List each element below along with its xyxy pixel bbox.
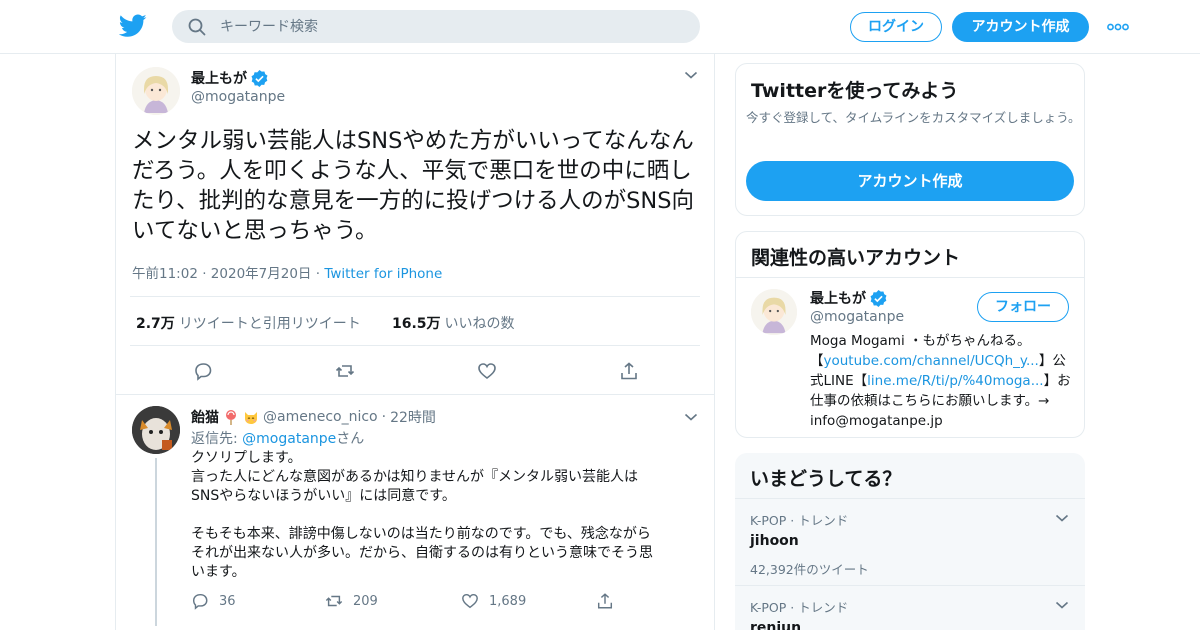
signup-card-description: 今すぐ登録して、タイムラインをカスタマイズしましょう。 <box>746 110 1081 125</box>
reply-avatar-illustration <box>132 406 180 454</box>
trend-name: renjun <box>750 620 802 630</box>
heart-icon <box>462 593 478 609</box>
reply-to-suffix: さん <box>336 431 365 447</box>
share-icon <box>597 593 613 609</box>
retweet-count: 209 <box>353 593 378 609</box>
related-account-name[interactable]: 最上もが <box>810 288 887 308</box>
related-account-bio: Moga Mogami ・もがちゃんねる。【youtube.com/channe… <box>810 331 1078 431</box>
main-column: 最上もが @mogatanpe メンタル弱い芸能人はSNSやめた方がいいってなん… <box>115 54 715 630</box>
author-handle[interactable]: @mogatanpe <box>191 89 285 105</box>
top-nav: ログイン アカウント作成 <box>0 0 1200 54</box>
like-stat[interactable]: 16.5万 いいねの数 <box>392 313 515 333</box>
reply-reply-button[interactable]: 36 <box>191 592 236 610</box>
search-box[interactable] <box>172 10 700 43</box>
reply-author-handle[interactable]: @ameneco_nico <box>263 409 378 425</box>
trend-context: K-POP · トレンド <box>750 513 849 528</box>
reply-icon <box>192 593 208 610</box>
reply-header: 飴猫 @ameneco_nico · 22時間 <box>191 407 436 427</box>
avatar[interactable] <box>751 289 797 335</box>
trend-context: K-POP · トレンド <box>750 600 849 615</box>
card-divider <box>736 277 1084 278</box>
trend-count: 42,392件のツイート <box>750 562 869 577</box>
card-divider <box>735 498 1085 499</box>
trend-item[interactable]: K-POP · トレンド renjun <box>750 597 1070 630</box>
retweet-icon <box>325 595 343 607</box>
avatar[interactable] <box>132 406 180 454</box>
trends-card: いまどうしてる？ K-POP · トレンド jihoon 42,392件のツイー… <box>735 453 1085 630</box>
share-icon[interactable] <box>619 361 639 381</box>
reply-retweet-button[interactable]: 209 <box>325 592 378 610</box>
avatar-illustration <box>132 67 180 115</box>
author-name-text[interactable]: 最上もが <box>191 68 247 88</box>
trend-item[interactable]: K-POP · トレンド jihoon 42,392件のツイート <box>750 510 1070 578</box>
reply-time[interactable]: 22時間 <box>390 407 436 427</box>
reply-like-button[interactable]: 1,689 <box>461 592 526 610</box>
related-account-name-text[interactable]: 最上もが <box>810 288 866 308</box>
smiling-cat-emoji-icon <box>245 412 257 424</box>
tweet-date[interactable]: 2020年7月20日 <box>211 266 312 282</box>
related-accounts-card: 関連性の高いアカウント 最上もが @mogatanpe フォロー Moga Mo… <box>735 231 1085 438</box>
bio-link-youtube[interactable]: youtube.com/channel/UCQh_y... <box>824 353 1039 369</box>
like-count: 1,689 <box>489 593 527 609</box>
chevron-down-icon[interactable] <box>1055 600 1069 610</box>
trend-name: jihoon <box>750 533 799 549</box>
signup-button[interactable]: アカウント作成 <box>952 12 1089 42</box>
tweet-time[interactable]: 午前11:02 <box>132 266 198 282</box>
reply-share-button[interactable] <box>596 592 614 610</box>
retweet-label: リツイートと引用リツイート <box>178 316 361 332</box>
author-name[interactable]: 最上もが <box>191 68 268 88</box>
card-divider <box>735 585 1085 586</box>
related-accounts-title: 関連性の高いアカウント <box>751 247 961 269</box>
avatar[interactable] <box>132 67 180 115</box>
tweet-meta: 午前11:02 · 2020年7月20日 · Twitter for iPhon… <box>132 262 442 282</box>
like-count: 16.5万 <box>392 316 441 332</box>
chevron-down-icon[interactable] <box>684 70 698 80</box>
search-input[interactable] <box>220 10 680 43</box>
reply-to-line: 返信先: @mogatanpeさん <box>191 428 364 448</box>
bio-link-line[interactable]: line.me/R/ti/p/%40moga... <box>867 373 1043 389</box>
signup-card: Twitterを使ってみよう 今すぐ登録して、タイムラインをカスタマイズしましょ… <box>735 63 1085 216</box>
login-button[interactable]: ログイン <box>850 12 942 42</box>
tweet-actions <box>130 356 700 386</box>
like-label: いいねの数 <box>444 316 515 332</box>
verified-badge-icon <box>251 69 268 87</box>
reply-author-name[interactable]: 飴猫 <box>191 407 219 427</box>
reply-actions: 36 209 1,689 <box>191 592 631 612</box>
reply-text: クソリプします。 言った人にどんな意図があるかは知りませんが『メンタル弱い芸能人… <box>191 450 653 580</box>
lollipop-emoji-icon <box>226 410 236 425</box>
reply-count: 36 <box>219 593 236 609</box>
retweet-icon[interactable] <box>335 361 355 381</box>
related-account-handle[interactable]: @mogatanpe <box>810 309 904 325</box>
heart-icon[interactable] <box>477 361 497 381</box>
reply-to-handle[interactable]: @mogatanpe <box>242 431 336 447</box>
tweet-source[interactable]: Twitter for iPhone <box>324 266 442 282</box>
meta-separator: · <box>202 266 211 282</box>
reply-icon[interactable] <box>193 361 213 381</box>
thread-line <box>155 458 157 626</box>
search-icon <box>188 18 206 36</box>
signup-card-button[interactable]: アカウント作成 <box>746 161 1074 201</box>
verified-badge-icon <box>870 289 887 307</box>
follow-button[interactable]: フォロー <box>977 292 1069 322</box>
chevron-down-icon[interactable] <box>684 412 698 422</box>
more-icon[interactable] <box>1107 22 1129 32</box>
tweet-text: メンタル弱い芸能人はSNSやめた方がいいってなんなんだろう。人を叩くような人、平… <box>132 128 694 244</box>
reply-to-prefix: 返信先: <box>191 431 243 447</box>
tweet-stats: 2.7万 リツイートと引用リツイート 16.5万 いいねの数 <box>130 296 700 346</box>
section-divider <box>116 394 714 395</box>
trends-title: いまどうしてる？ <box>750 468 902 490</box>
meta-separator: · <box>381 409 387 425</box>
chevron-down-icon[interactable] <box>1055 513 1069 523</box>
retweet-stat[interactable]: 2.7万 リツイートと引用リツイート <box>136 313 361 333</box>
twitter-bird-icon[interactable] <box>119 14 147 38</box>
retweet-count: 2.7万 <box>136 316 175 332</box>
signup-card-title: Twitterを使ってみよう <box>751 80 959 102</box>
avatar-illustration <box>751 289 797 335</box>
